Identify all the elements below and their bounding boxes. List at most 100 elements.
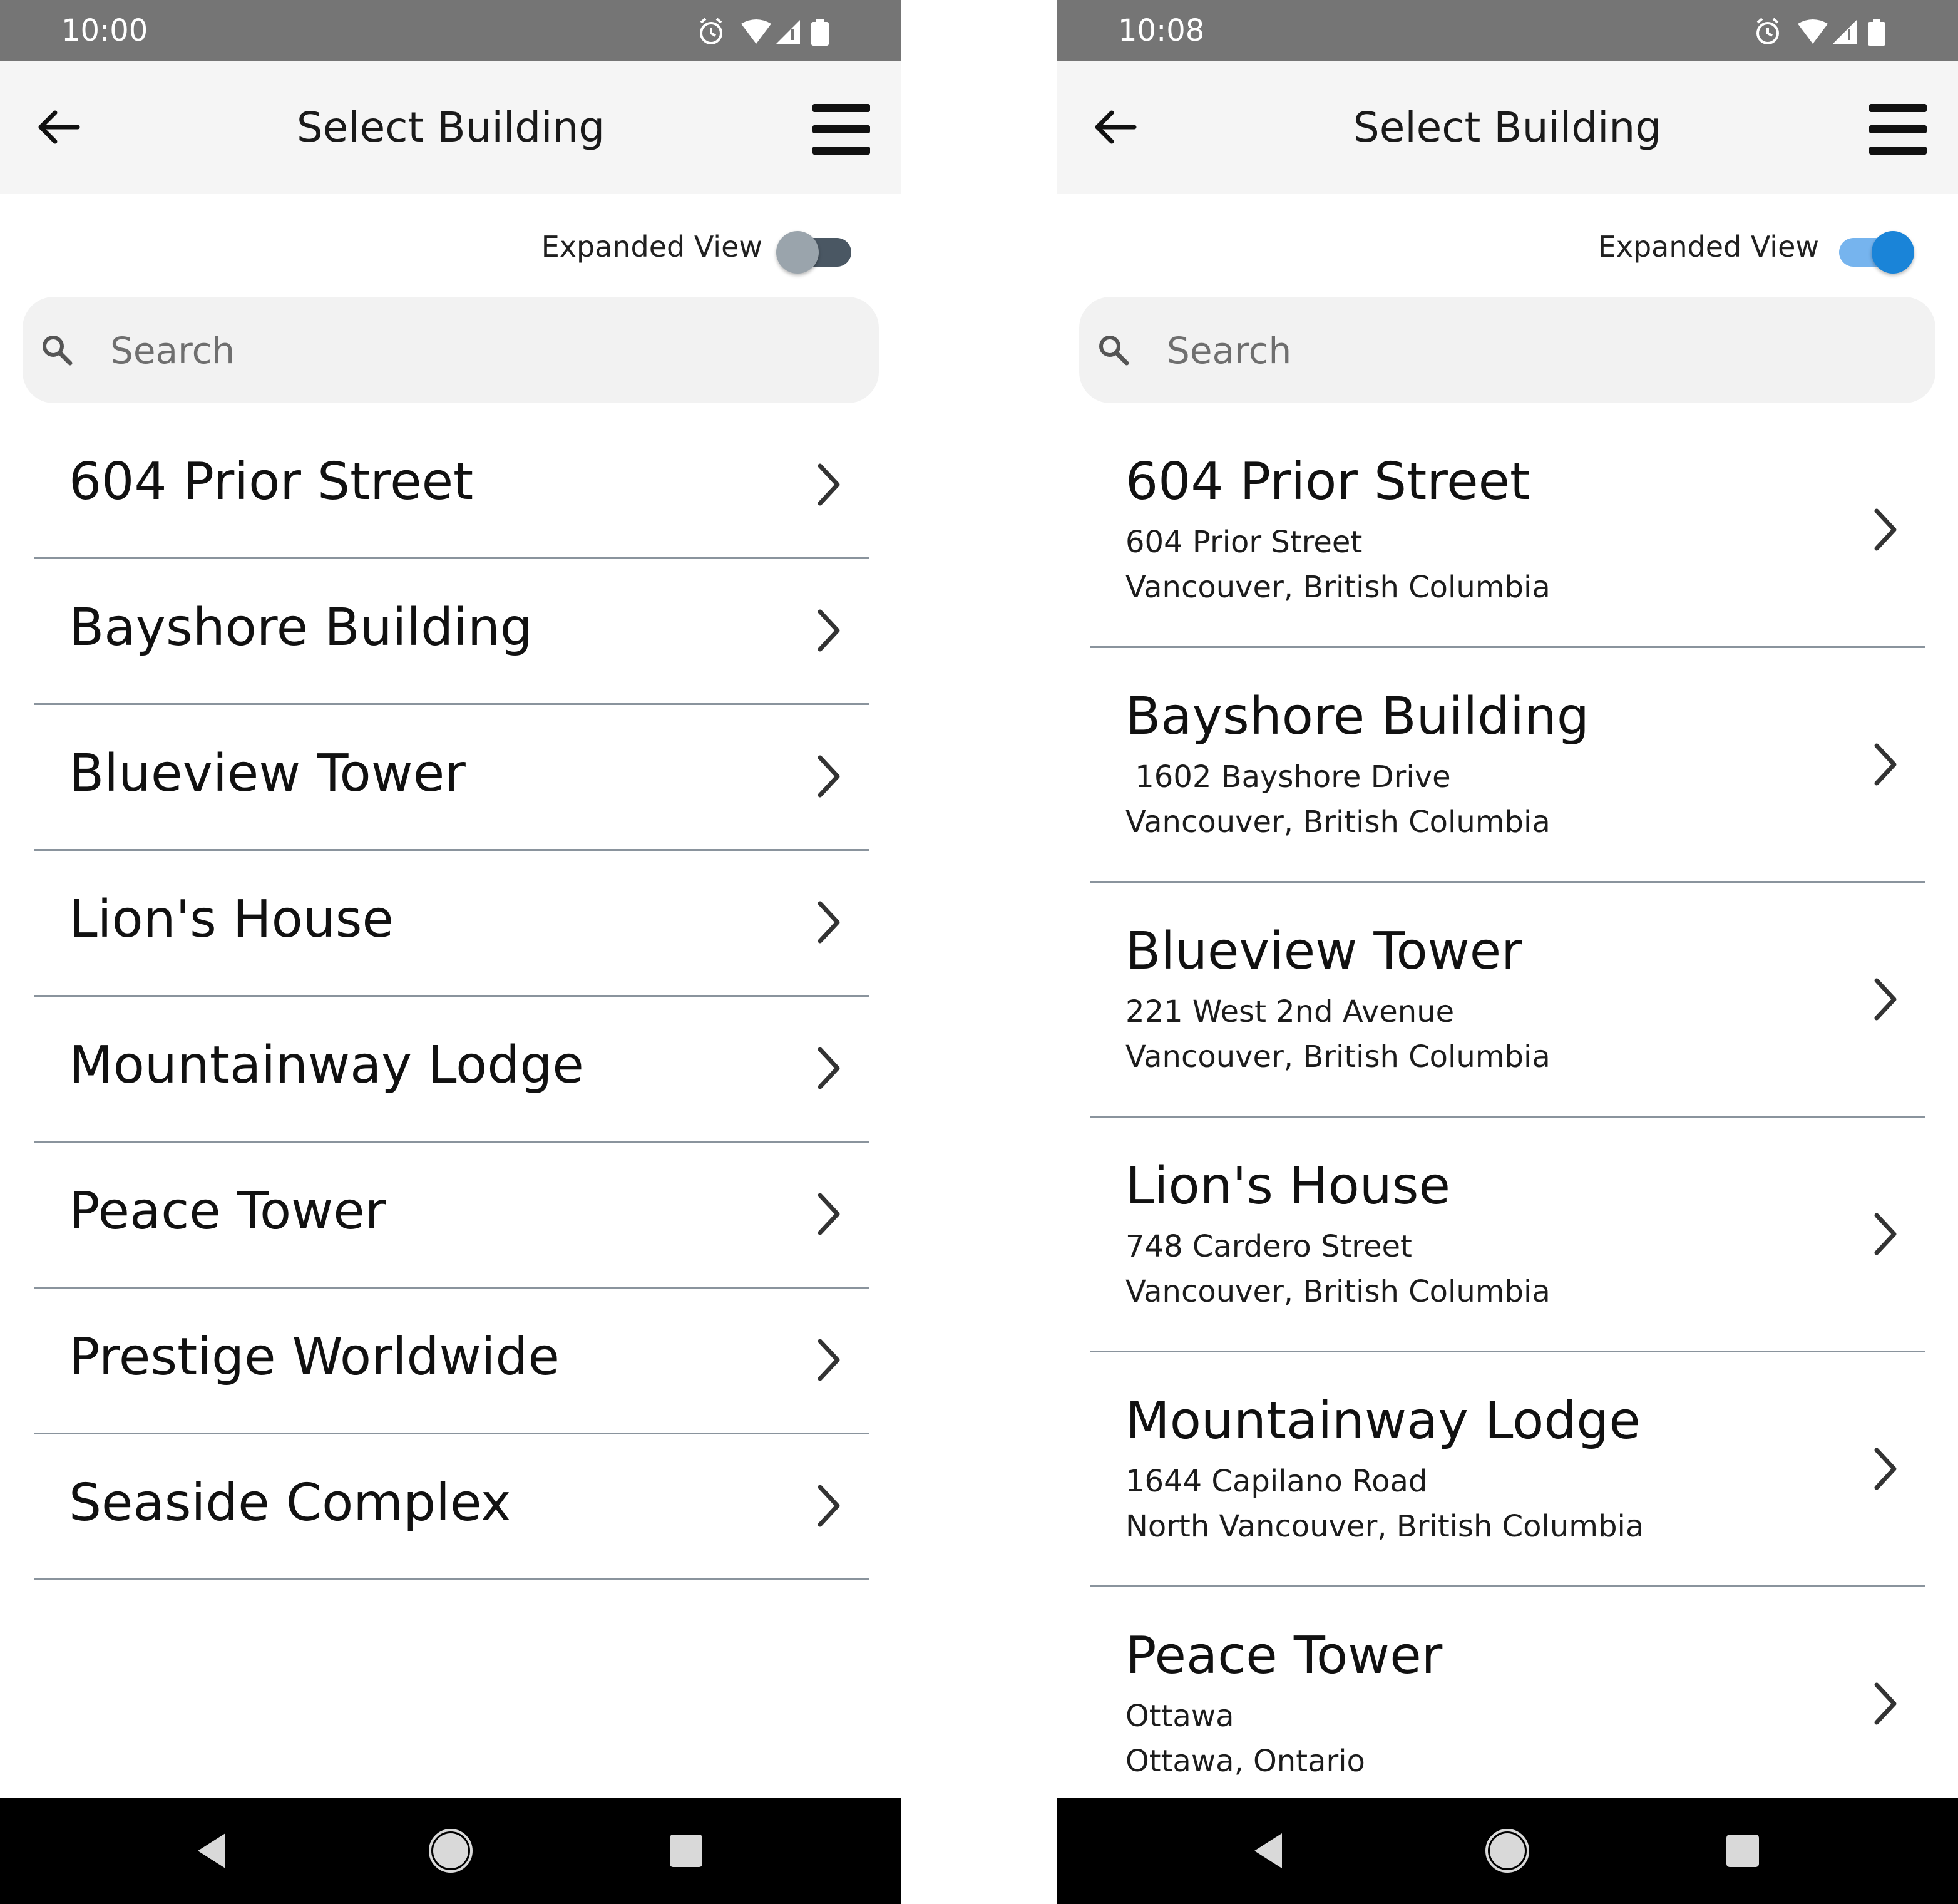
alarm-icon <box>1756 18 1779 44</box>
phone-screen-expanded: 10:08 Select Building Expanded View Sear… <box>1057 0 1958 1904</box>
building-row[interactable]: 604 Prior Street 604 Prior Street Vancou… <box>1090 413 1925 648</box>
building-name: Prestige Worldwide <box>69 1327 560 1387</box>
building-list: 604 Prior Street 604 Prior Street Vancou… <box>1090 413 1925 1822</box>
building-name: Lion's House <box>69 890 394 949</box>
battery-icon <box>1868 19 1885 46</box>
expanded-view-toggle[interactable] <box>1833 223 1915 274</box>
chevron-right-icon <box>818 609 840 652</box>
building-row[interactable]: Lion's House <box>34 851 869 997</box>
building-name: 604 Prior Street <box>69 452 474 512</box>
nav-recents-button[interactable] <box>1711 1819 1774 1882</box>
nav-back-button[interactable] <box>182 1819 244 1882</box>
building-city: Vancouver, British Columbia <box>1125 570 1551 605</box>
chevron-right-icon <box>1874 743 1897 786</box>
building-row[interactable]: Peace Tower Ottawa Ottawa, Ontario <box>1090 1587 1925 1822</box>
building-name: Blueview Tower <box>69 744 466 803</box>
expanded-view-toggle[interactable] <box>776 223 859 274</box>
phone-screen-compact: 10:00 Select Building Expanded View Sear… <box>0 0 901 1904</box>
building-row[interactable]: Blueview Tower 221 West 2nd Avenue Vanco… <box>1090 883 1925 1118</box>
building-name: Peace Tower <box>1125 1626 1443 1685</box>
building-city: North Vancouver, British Columbia <box>1125 1509 1644 1544</box>
chevron-right-icon <box>818 1193 840 1235</box>
hamburger-menu-icon <box>812 104 870 155</box>
search-input[interactable] <box>110 322 849 379</box>
building-name: Bayshore Building <box>69 598 533 657</box>
building-city: Vancouver, British Columbia <box>1125 1274 1551 1309</box>
wifi-icon <box>741 19 771 44</box>
page-title: Select Building <box>296 103 605 152</box>
system-nav-bar <box>1057 1798 1958 1904</box>
building-address: 1602 Bayshore Drive <box>1125 759 1451 795</box>
building-city: Vancouver, British Columbia <box>1125 805 1551 840</box>
chevron-right-icon <box>818 463 840 506</box>
search-bar[interactable] <box>23 297 879 403</box>
search-icon <box>1099 336 1129 366</box>
hamburger-menu-icon <box>1869 104 1927 155</box>
nav-back-button[interactable] <box>1238 1819 1301 1882</box>
expanded-view-label: Expanded View <box>1597 230 1819 264</box>
wifi-icon <box>1798 19 1828 44</box>
building-row[interactable]: Mountainway Lodge 1644 Capilano Road Nor… <box>1090 1352 1925 1587</box>
chevron-right-icon <box>818 1485 840 1527</box>
chevron-right-icon <box>1874 1213 1897 1255</box>
expanded-view-label: Expanded View <box>541 230 762 264</box>
building-address: Ottawa <box>1125 1699 1234 1734</box>
building-address: 221 West 2nd Avenue <box>1125 994 1455 1029</box>
building-row[interactable]: 604 Prior Street <box>34 413 869 559</box>
menu-button[interactable] <box>1864 99 1933 162</box>
building-address: 1644 Capilano Road <box>1125 1464 1428 1499</box>
signal-icon <box>776 20 800 44</box>
toggle-thumb <box>1872 231 1914 274</box>
building-row[interactable]: Bayshore Building 1602 Bayshore Drive Va… <box>1090 648 1925 883</box>
chevron-right-icon <box>818 1339 840 1381</box>
status-time: 10:00 <box>61 13 148 48</box>
toggle-thumb <box>776 231 819 274</box>
search-icon <box>43 336 73 366</box>
chevron-right-icon <box>1874 978 1897 1021</box>
expanded-view-row: Expanded View <box>0 213 901 282</box>
building-list: 604 Prior Street Bayshore Building Bluev… <box>34 413 869 1580</box>
chevron-right-icon <box>818 755 840 798</box>
building-address: 604 Prior Street <box>1125 525 1363 560</box>
chevron-right-icon <box>818 901 840 944</box>
building-name: Seaside Complex <box>69 1473 511 1533</box>
building-row[interactable]: Seaside Complex <box>34 1434 869 1580</box>
nav-home-button[interactable] <box>419 1819 482 1882</box>
system-nav-bar <box>0 1798 901 1904</box>
building-name: Mountainway Lodge <box>1125 1391 1641 1451</box>
chevron-right-icon <box>1874 1682 1897 1725</box>
status-icons <box>1756 18 1885 46</box>
nav-home-button[interactable] <box>1476 1819 1539 1882</box>
battery-icon <box>811 19 829 46</box>
building-row[interactable]: Peace Tower <box>34 1143 869 1289</box>
building-name: Mountainway Lodge <box>69 1036 584 1095</box>
chevron-right-icon <box>818 1047 840 1089</box>
status-bar: 10:00 <box>0 0 901 61</box>
chevron-right-icon <box>1874 508 1897 551</box>
building-city: Vancouver, British Columbia <box>1125 1039 1551 1074</box>
building-row[interactable]: Mountainway Lodge <box>34 997 869 1143</box>
chevron-right-icon <box>1874 1448 1897 1490</box>
status-time: 10:08 <box>1118 13 1205 48</box>
building-name: Blueview Tower <box>1125 922 1522 981</box>
building-row[interactable]: Lion's House 748 Cardero Street Vancouve… <box>1090 1118 1925 1352</box>
building-row[interactable]: Prestige Worldwide <box>34 1289 869 1434</box>
alarm-icon <box>700 18 722 44</box>
page-title: Select Building <box>1353 103 1662 152</box>
building-name: Lion's House <box>1125 1156 1450 1216</box>
app-bar: Select Building <box>1057 61 1958 194</box>
search-input[interactable] <box>1167 322 1905 379</box>
building-row[interactable]: Bayshore Building <box>34 559 869 705</box>
status-bar: 10:08 <box>1057 0 1958 61</box>
status-icons <box>700 18 829 46</box>
search-bar[interactable] <box>1079 297 1935 403</box>
signal-icon <box>1833 20 1857 44</box>
building-row[interactable]: Blueview Tower <box>34 705 869 851</box>
building-name: Peace Tower <box>69 1181 386 1241</box>
building-name: 604 Prior Street <box>1125 452 1530 512</box>
menu-button[interactable] <box>807 99 876 162</box>
nav-recents-button[interactable] <box>655 1819 717 1882</box>
building-address: 748 Cardero Street <box>1125 1229 1412 1264</box>
expanded-view-row: Expanded View <box>1057 213 1958 282</box>
app-bar: Select Building <box>0 61 901 194</box>
